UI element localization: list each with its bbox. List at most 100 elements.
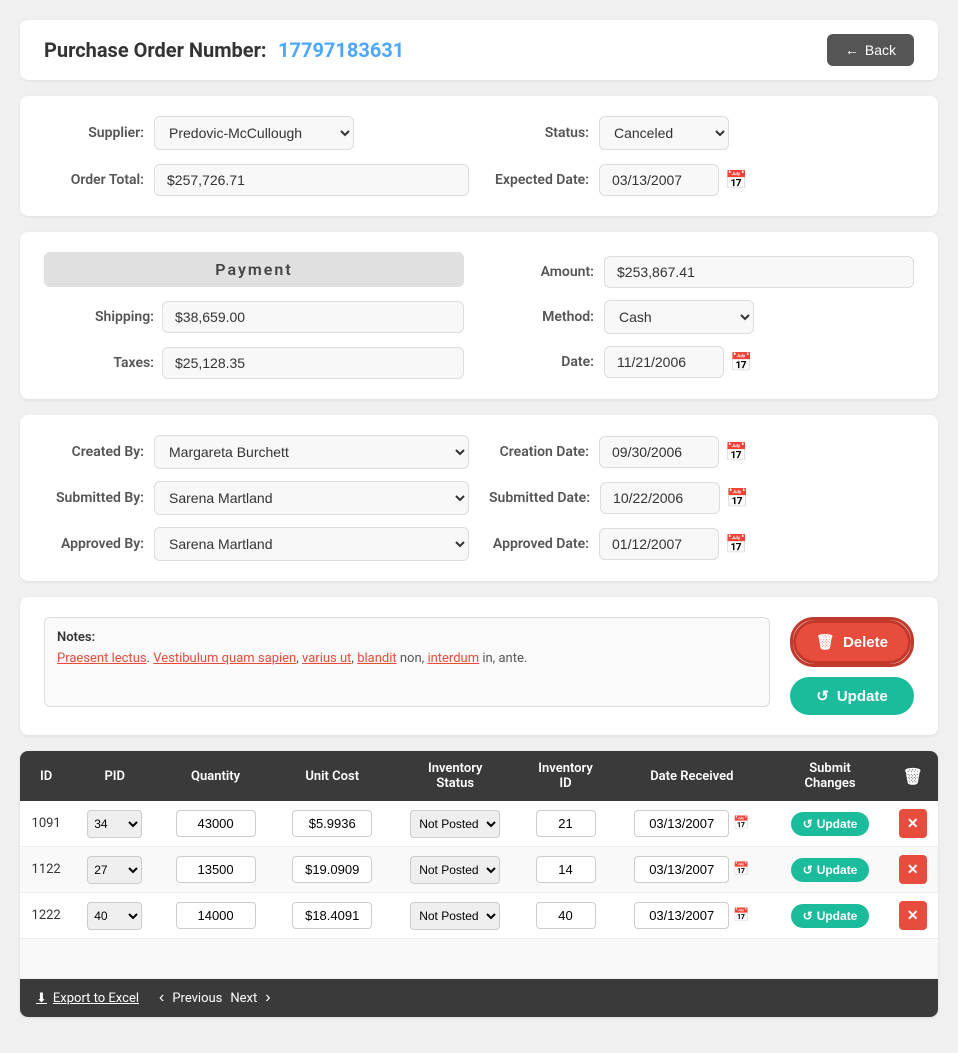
row-update-button[interactable]: ↺ Update [791, 904, 870, 928]
cell-unit-cost[interactable] [274, 847, 391, 893]
method-select[interactable]: Cash [604, 300, 754, 334]
trash-icon: 🗑 [816, 633, 835, 651]
payment-date-calendar-icon[interactable]: 📅 [730, 352, 752, 373]
approved-by-label: Approved By: [44, 536, 144, 552]
quantity-input[interactable] [176, 902, 256, 929]
creation-date-label: Creation Date: [489, 444, 589, 460]
col-pid: PID [72, 751, 157, 801]
back-button[interactable]: ← Back [827, 34, 914, 66]
expected-date-input[interactable] [599, 164, 719, 196]
shipping-input[interactable] [162, 301, 464, 333]
unit-cost-input[interactable] [292, 856, 372, 883]
cell-id: 1122 [20, 847, 72, 893]
cell-quantity[interactable] [157, 847, 274, 893]
row-delete-button[interactable]: ✕ [899, 809, 927, 838]
supplier-select[interactable]: Predovic-McCullough [154, 116, 354, 150]
date-received-input[interactable] [634, 856, 729, 883]
quantity-input[interactable] [176, 810, 256, 837]
table-row: 1122 27 Not Posted [20, 847, 938, 893]
creation-date-calendar-icon[interactable]: 📅 [725, 442, 747, 463]
submitted-date-label: Submitted Date: [489, 490, 590, 506]
cell-inventory-id[interactable] [520, 847, 611, 893]
row-delete-button[interactable]: ✕ [899, 855, 927, 884]
approved-by-select[interactable]: Sarena Martland [154, 527, 469, 561]
refresh-icon: ↺ [816, 687, 829, 705]
cell-row-delete[interactable]: ✕ [888, 893, 938, 939]
cell-row-delete[interactable]: ✕ [888, 847, 938, 893]
submitted-date-input[interactable] [600, 482, 720, 514]
cell-quantity[interactable] [157, 893, 274, 939]
cell-pid[interactable]: 27 [72, 847, 157, 893]
col-date-received: Date Received [611, 751, 772, 801]
col-submit-changes: SubmitChanges [772, 751, 887, 801]
cell-inventory-status[interactable]: Not Posted [391, 893, 520, 939]
cell-inventory-status[interactable]: Not Posted [391, 847, 520, 893]
cell-update[interactable]: ↺ Update [772, 801, 887, 847]
quantity-input[interactable] [176, 856, 256, 883]
row-update-button[interactable]: ↺ Update [791, 812, 870, 836]
prev-label[interactable]: Previous [172, 991, 222, 1006]
amount-label: Amount: [494, 264, 594, 280]
cell-inventory-id[interactable] [520, 893, 611, 939]
inventory-status-select[interactable]: Not Posted [410, 902, 500, 930]
row-update-button[interactable]: ↺ Update [791, 858, 870, 882]
date-received-input[interactable] [634, 810, 729, 837]
creation-date-input[interactable] [599, 436, 719, 468]
cell-pid[interactable]: 34 [72, 801, 157, 847]
date-received-calendar-icon[interactable]: 📅 [733, 816, 749, 831]
expected-date-calendar-icon[interactable]: 📅 [725, 170, 747, 191]
pid-select[interactable]: 34 [87, 810, 142, 838]
date-received-calendar-icon[interactable]: 📅 [733, 908, 749, 923]
payment-section-header: Payment [44, 252, 464, 287]
date-received-input[interactable] [634, 902, 729, 929]
cell-date-received[interactable]: 📅 [611, 801, 772, 847]
inventory-id-input[interactable] [536, 810, 596, 837]
amount-input[interactable] [604, 256, 914, 288]
cell-quantity[interactable] [157, 801, 274, 847]
cell-update[interactable]: ↺ Update [772, 847, 887, 893]
cell-inventory-id[interactable] [520, 801, 611, 847]
back-label: Back [865, 42, 896, 58]
inventory-id-input[interactable] [536, 902, 596, 929]
inventory-status-select[interactable]: Not Posted [410, 810, 500, 838]
cell-row-delete[interactable]: ✕ [888, 801, 938, 847]
cell-id: 1091 [20, 801, 72, 847]
export-label: Export to Excel [53, 991, 139, 1006]
cell-update[interactable]: ↺ Update [772, 893, 887, 939]
cell-date-received[interactable]: 📅 [611, 893, 772, 939]
pid-select[interactable]: 40 [87, 902, 142, 930]
cell-pid[interactable]: 40 [72, 893, 157, 939]
notes-text: Praesent lectus. Vestibulum quam sapien,… [57, 651, 757, 666]
expected-date-label: Expected Date: [489, 172, 589, 188]
update-label: Update [837, 688, 888, 705]
created-by-select[interactable]: Margareta Burchett [154, 435, 469, 469]
cell-date-received[interactable]: 📅 [611, 847, 772, 893]
taxes-input[interactable] [162, 347, 464, 379]
unit-cost-input[interactable] [292, 902, 372, 929]
date-received-calendar-icon[interactable]: 📅 [733, 862, 749, 877]
col-inventory-status: InventoryStatus [391, 751, 520, 801]
export-excel-link[interactable]: ⬇ Export to Excel [36, 991, 139, 1006]
submitted-by-label: Submitted By: [44, 490, 144, 506]
status-select[interactable]: Canceled [599, 116, 729, 150]
cell-unit-cost[interactable] [274, 801, 391, 847]
order-total-input[interactable] [154, 164, 469, 196]
inventory-status-select[interactable]: Not Posted [410, 856, 500, 884]
approved-date-label: Approved Date: [489, 536, 589, 552]
cell-unit-cost[interactable] [274, 893, 391, 939]
next-label[interactable]: Next [230, 991, 257, 1006]
approved-date-input[interactable] [599, 528, 719, 560]
payment-date-input[interactable] [604, 346, 724, 378]
next-page-button[interactable]: › [265, 989, 270, 1007]
pid-select[interactable]: 27 [87, 856, 142, 884]
cell-inventory-status[interactable]: Not Posted [391, 801, 520, 847]
unit-cost-input[interactable] [292, 810, 372, 837]
update-button[interactable]: ↺ Update [790, 677, 914, 715]
delete-button[interactable]: 🗑 Delete [793, 620, 911, 664]
inventory-id-input[interactable] [536, 856, 596, 883]
approved-date-calendar-icon[interactable]: 📅 [725, 534, 747, 555]
prev-page-button[interactable]: ‹ [159, 989, 164, 1007]
submitted-date-calendar-icon[interactable]: 📅 [726, 488, 748, 509]
row-delete-button[interactable]: ✕ [899, 901, 927, 930]
submitted-by-select[interactable]: Sarena Martland [154, 481, 469, 515]
